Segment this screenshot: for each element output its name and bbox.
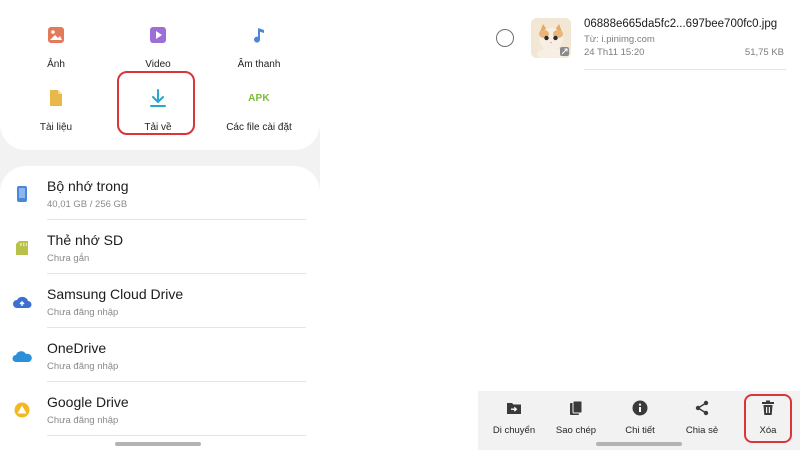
- apk-icon-text: APK: [248, 92, 270, 104]
- category-label: Âm thanh: [237, 59, 281, 70]
- google-drive-icon: [12, 400, 32, 420]
- action-label: Sao chép: [555, 425, 597, 436]
- sd-card-icon: [12, 238, 32, 258]
- storage-subtitle: Chưa đăng nhập: [47, 361, 119, 372]
- action-label: Di chuyển: [492, 425, 536, 436]
- image-icon: [44, 23, 68, 47]
- storage-item-samsung-cloud[interactable]: Samsung Cloud Drive Chưa đăng nhập: [0, 274, 320, 328]
- file-name: 06888e665da5fc2...697bee700fc0.jpg: [584, 18, 778, 30]
- share-button[interactable]: Chia sẻ: [671, 399, 733, 439]
- samsung-cloud-icon: [12, 292, 32, 312]
- apk-icon: APK: [247, 86, 271, 110]
- file-source: Từ: i.pinimg.com: [584, 34, 655, 45]
- storage-card: Bộ nhớ trong 40,01 GB / 256 GB Thẻ nhớ S…: [0, 166, 320, 450]
- copy-button[interactable]: Sao chép: [545, 399, 607, 439]
- details-button[interactable]: Chi tiết: [609, 399, 671, 439]
- storage-subtitle: 40,01 GB / 256 GB: [47, 199, 128, 210]
- category-label: Tài liệu: [39, 122, 73, 133]
- storage-title: Google Drive: [47, 394, 129, 410]
- category-label: Ảnh: [47, 59, 65, 70]
- storage-item-sd[interactable]: Thẻ nhớ SD Chưa gắn: [0, 220, 320, 274]
- storage-title: OneDrive: [47, 340, 107, 356]
- category-card: Ảnh Video Âm thanh Tài liệu Tải về APK C…: [0, 0, 320, 150]
- home-indicator: [115, 442, 201, 446]
- right-phone-screen: 06888e665da5fc2...697bee700fc0.jpg Từ: i…: [478, 0, 800, 450]
- storage-title: Thẻ nhớ SD: [47, 232, 124, 248]
- copy-icon: [567, 399, 585, 417]
- delete-highlight-box: [744, 394, 792, 443]
- screenshot-composite: Ảnh Video Âm thanh Tài liệu Tải về APK C…: [0, 0, 800, 450]
- storage-subtitle: Chưa đăng nhập: [47, 307, 119, 318]
- storage-subtitle: Chưa đăng nhập: [47, 415, 119, 426]
- share-icon: [693, 399, 711, 417]
- storage-title: Bộ nhớ trong: [47, 178, 129, 194]
- action-label: Chia sẻ: [685, 425, 719, 436]
- video-icon: [146, 23, 170, 47]
- storage-item-google-drive[interactable]: Google Drive Chưa đăng nhập: [0, 382, 320, 436]
- music-note-icon: [247, 23, 271, 47]
- category-label: Video: [145, 59, 171, 70]
- storage-subtitle: Chưa gắn: [47, 253, 90, 264]
- home-indicator: [596, 442, 682, 446]
- storage-title: Samsung Cloud Drive: [47, 286, 184, 302]
- move-button[interactable]: Di chuyển: [483, 399, 545, 439]
- category-audio[interactable]: Âm thanh: [209, 19, 309, 81]
- storage-item-internal[interactable]: Bộ nhớ trong 40,01 GB / 256 GB: [0, 166, 320, 220]
- file-select-radio[interactable]: [496, 29, 514, 47]
- onedrive-icon: [12, 346, 32, 366]
- downloads-highlight-box: [117, 71, 195, 135]
- info-icon: [631, 399, 649, 417]
- storage-item-onedrive[interactable]: OneDrive Chưa đăng nhập: [0, 328, 320, 382]
- file-size: 51,75 KB: [744, 47, 784, 58]
- file-date: 24 Th11 15:20: [584, 47, 645, 58]
- category-label: Các file cài đặt: [226, 122, 292, 133]
- divider: [47, 435, 306, 436]
- action-label: Chi tiết: [625, 425, 655, 436]
- left-phone-screen: Ảnh Video Âm thanh Tài liệu Tải về APK C…: [0, 0, 320, 450]
- category-installers[interactable]: APK Các file cài đặt: [209, 82, 309, 144]
- document-icon: [44, 86, 68, 110]
- phone-storage-icon: [12, 184, 32, 204]
- divider: [584, 69, 786, 70]
- file-thumbnail: [531, 18, 571, 58]
- category-documents[interactable]: Tài liệu: [6, 82, 106, 144]
- category-images[interactable]: Ảnh: [6, 19, 106, 81]
- move-icon: [505, 399, 523, 417]
